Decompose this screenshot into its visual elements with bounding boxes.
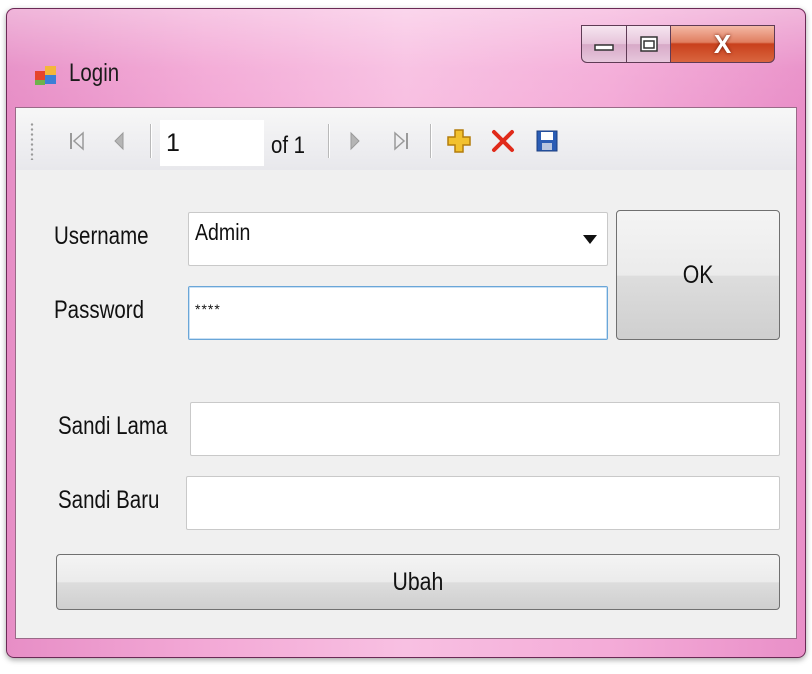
ok-button[interactable]: OK	[616, 210, 780, 340]
save-icon	[536, 130, 558, 152]
username-value: Admin	[195, 219, 251, 245]
move-previous-button[interactable]	[102, 122, 136, 160]
toolstrip-separator	[150, 124, 152, 158]
delete-icon	[492, 130, 514, 152]
window-title: Login	[69, 59, 120, 87]
add-new-button[interactable]	[440, 122, 478, 160]
password-field[interactable]: ****	[188, 286, 608, 340]
close-icon: X	[713, 28, 732, 59]
minimize-button[interactable]	[581, 25, 627, 63]
minimize-icon	[594, 44, 614, 51]
move-first-icon	[70, 131, 84, 151]
ok-button-label: OK	[682, 260, 714, 289]
old-password-field[interactable]	[190, 402, 780, 456]
username-combobox[interactable]: Admin	[188, 212, 608, 266]
close-button[interactable]: X	[671, 25, 775, 63]
change-password-button[interactable]: Ubah	[56, 554, 780, 610]
move-last-button[interactable]	[384, 122, 418, 160]
move-first-button[interactable]	[60, 122, 94, 160]
maximize-icon	[639, 36, 658, 52]
move-last-icon	[394, 131, 408, 151]
chevron-down-icon[interactable]	[583, 235, 597, 244]
login-window: Login X 1 of 1 Username Admin Password *…	[6, 8, 806, 658]
count-label: of 1	[271, 132, 306, 159]
username-label: Username	[54, 222, 149, 250]
toolstrip-grip[interactable]	[30, 122, 34, 160]
binding-navigator: of 1	[16, 108, 796, 170]
new-password-label: Sandi Baru	[58, 486, 160, 514]
delete-button[interactable]	[484, 122, 522, 160]
form-client-area: of 1	[15, 107, 797, 639]
maximize-button[interactable]	[627, 25, 671, 63]
position-input[interactable]	[160, 120, 264, 166]
move-next-icon	[350, 131, 360, 151]
password-value: ****	[195, 301, 221, 317]
app-form-icon	[35, 66, 56, 85]
move-previous-icon	[114, 131, 124, 151]
old-password-label: Sandi Lama	[58, 412, 168, 440]
save-data-button[interactable]	[528, 122, 566, 160]
new-password-field[interactable]	[186, 476, 780, 530]
change-password-label: Ubah	[392, 567, 444, 596]
move-next-button[interactable]	[338, 122, 372, 160]
toolstrip-separator	[328, 124, 330, 158]
add-icon	[447, 129, 471, 153]
toolstrip-separator	[430, 124, 432, 158]
password-label: Password	[54, 296, 145, 324]
